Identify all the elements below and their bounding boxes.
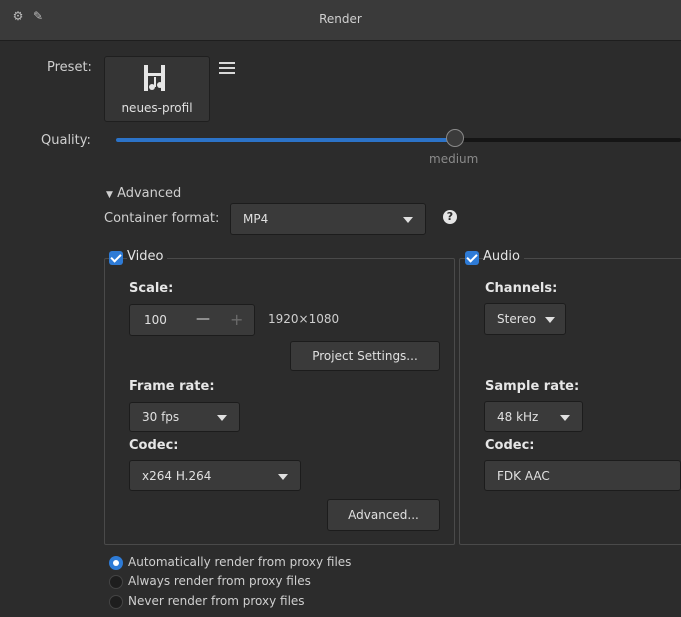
preset-selector[interactable]: neues-profil [104,56,210,122]
audio-codec-combo[interactable]: FDK AAC [484,460,681,491]
title-bar: ⚙ ✎ Render [0,0,681,41]
video-checkbox[interactable] [109,251,123,265]
proxy-option[interactable]: Automatically render from proxy files [109,555,409,571]
scale-label: Scale: [129,281,174,296]
audio-group-title: Audio [483,249,524,264]
sample-rate-value: 48 kHz [497,409,539,424]
container-format-value: MP4 [243,212,269,226]
radio-button[interactable] [109,595,123,609]
preset-label: Preset: [47,60,92,75]
radio-button[interactable] [109,556,123,570]
radio-button[interactable] [109,575,123,589]
film-music-icon [144,65,165,91]
chevron-down-icon [403,217,413,223]
channels-combo[interactable]: Stereo [484,303,566,335]
quality-slider-handle[interactable] [446,129,464,147]
container-format-combo[interactable]: MP4 [230,203,426,235]
quality-slider-fill [116,138,455,142]
help-icon[interactable]: ? [443,210,457,224]
proxy-option-label: Never render from proxy files [128,594,305,608]
frame-rate-combo[interactable]: 30 fps [129,402,240,432]
video-codec-label: Codec: [129,438,179,453]
audio-codec-label: Codec: [485,438,535,453]
chevron-down-icon [545,317,555,323]
proxy-option-label: Automatically render from proxy files [128,555,352,569]
advanced-toggle[interactable]: ▼ Advanced [106,186,181,201]
quality-slider-track[interactable] [116,138,681,142]
chevron-down-icon [560,414,570,421]
audio-checkbox[interactable] [465,251,479,265]
sample-rate-label: Sample rate: [485,379,580,394]
proxy-option[interactable]: Always render from proxy files [109,574,409,590]
video-codec-combo[interactable]: x264 H.264 [129,460,301,491]
video-group-title: Video [127,249,168,264]
chevron-down-icon [278,473,288,480]
proxy-option-label: Always render from proxy files [128,574,311,588]
channels-label: Channels: [485,281,558,296]
audio-codec-value: FDK AAC [497,468,550,483]
sample-rate-combo[interactable]: 48 kHz [484,401,583,432]
quality-value: medium [429,152,479,166]
video-advanced-button[interactable]: Advanced... [327,499,440,531]
channels-value: Stereo [497,312,537,326]
window-title: Render [319,12,362,26]
resolution-label: 1920×1080 [268,312,340,326]
chevron-down-icon [217,415,227,421]
preset-name: neues-profil [121,101,193,115]
plus-icon[interactable]: + [230,310,243,329]
scale-spinbox[interactable]: 100 — + [129,304,255,336]
container-format-label: Container format: [104,211,220,226]
proxy-option[interactable]: Never render from proxy files [109,594,409,610]
project-settings-button[interactable]: Project Settings... [290,341,440,371]
triangle-down-icon: ▼ [106,190,113,200]
hamburger-menu-icon[interactable] [219,62,235,76]
quality-label: Quality: [41,133,91,148]
minus-icon[interactable]: — [196,311,210,327]
frame-rate-value: 30 fps [142,410,180,424]
frame-rate-label: Frame rate: [129,379,215,394]
scale-value: 100 [144,313,167,327]
advanced-toggle-label: Advanced [117,186,182,201]
video-codec-value: x264 H.264 [142,468,212,483]
